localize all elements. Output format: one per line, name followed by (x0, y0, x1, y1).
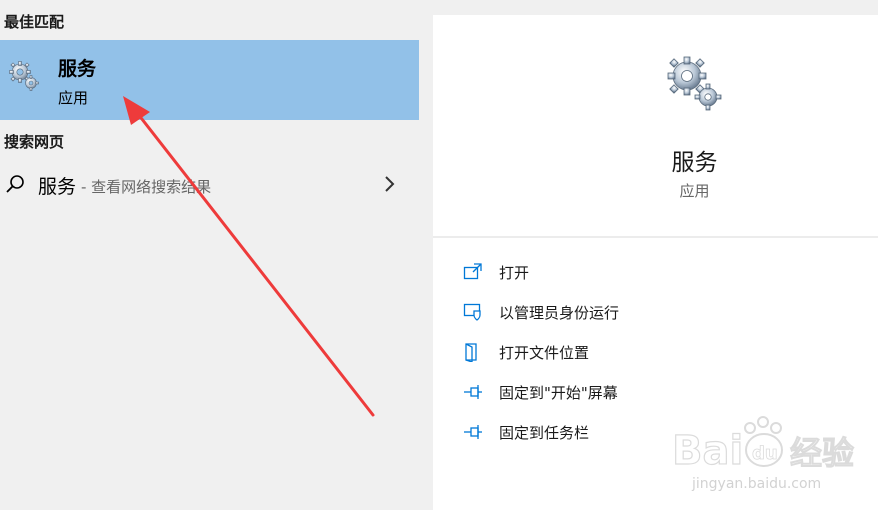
folder-icon (465, 343, 477, 362)
app-title: 服务 (671, 150, 718, 176)
action-pin-to-start[interactable]: 固定到"开始"屏幕 (463, 380, 863, 404)
open-icon (463, 263, 482, 280)
watermark-url: jingyan.baidu.com (691, 476, 821, 492)
paw-icon: du (744, 416, 783, 467)
chevron-right-icon[interactable] (383, 174, 397, 194)
watermark-brand: Bai (672, 428, 743, 474)
action-label: 打开 (499, 264, 530, 282)
web-search-heading: 搜索网页 (4, 133, 65, 151)
divider (433, 236, 878, 238)
web-search-item[interactable]: 服务 - 查看网络搜索结果 (0, 162, 419, 206)
action-open[interactable]: 打开 (463, 260, 863, 284)
best-match-heading: 最佳匹配 (4, 13, 65, 31)
best-match-type: 应用 (58, 89, 89, 107)
pin-icon (464, 385, 482, 399)
action-label: 以管理员身份运行 (499, 304, 620, 322)
action-run-as-admin[interactable]: 以管理员身份运行 (463, 300, 863, 324)
best-match-name: 服务 (58, 58, 97, 80)
search-results-pane: 最佳匹配 服务 应用 搜索网页 服务 - 查看网络搜索结果 (0, 0, 419, 510)
gears-icon (9, 61, 39, 91)
baidu-jingyan-watermark: Bai du 经验 jingyan.baidu.com (672, 416, 855, 492)
search-icon (6, 175, 24, 193)
action-label: 打开文件位置 (499, 344, 590, 362)
action-label: 固定到任务栏 (499, 424, 590, 442)
watermark-cn: 经验 (790, 434, 854, 472)
action-open-file-location[interactable]: 打开文件位置 (463, 340, 863, 364)
action-label: 固定到"开始"屏幕 (499, 384, 618, 402)
best-match-item-services[interactable]: 服务 应用 (0, 40, 419, 120)
web-search-query: 服务 (38, 176, 77, 198)
gears-icon (667, 56, 722, 111)
pin-icon (464, 425, 482, 439)
web-search-suffix: - 查看网络搜索结果 (81, 178, 212, 196)
app-subtitle: 应用 (679, 182, 710, 200)
watermark-paw-text: du (752, 443, 778, 464)
shield-icon (463, 303, 481, 321)
